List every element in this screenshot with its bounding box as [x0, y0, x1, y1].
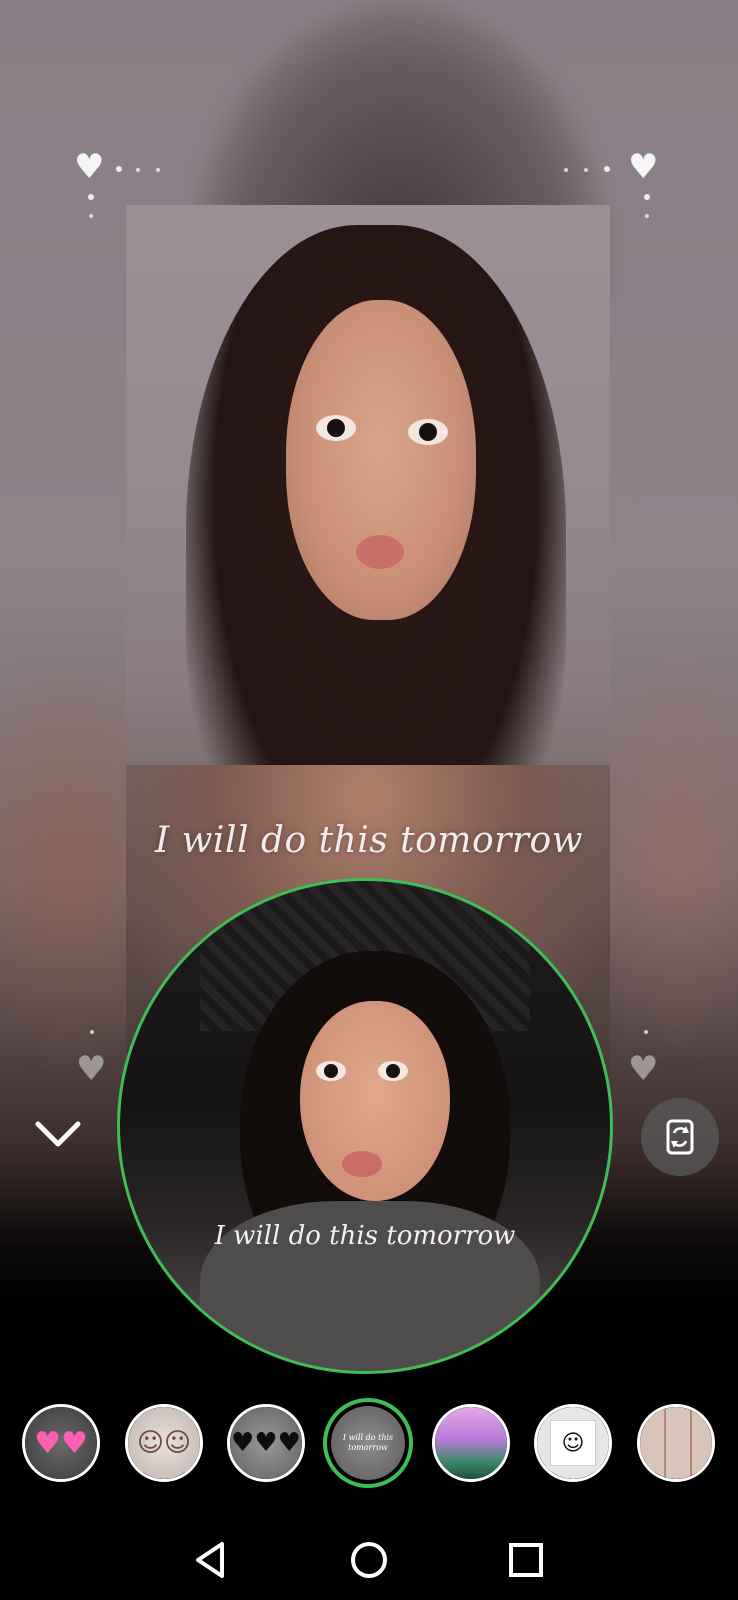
pink-hearts-icon: ♥♥: [34, 1425, 88, 1461]
back-button[interactable]: [188, 1536, 236, 1584]
effects-tray: ♥♥ ☺☺ ♥♥♥ I will do this tomorrow ☺: [0, 1398, 738, 1490]
photo-eye: [408, 419, 448, 445]
heart-decoration-icon: ♥: [628, 147, 659, 187]
effect-thumbnail: ♥♥♥: [230, 1407, 302, 1479]
sparkle-decoration: [156, 168, 160, 172]
heart-decoration-icon: ♥: [74, 147, 105, 187]
effect-thumbnail: [640, 1407, 712, 1479]
effect-thumbnail: [435, 1407, 507, 1479]
flip-camera-button[interactable]: [641, 1098, 719, 1176]
camera-preview-circle[interactable]: I will do this tomorrow: [117, 878, 613, 1374]
preview-eye: [378, 1061, 408, 1081]
effect-white-cube-face[interactable]: ☺: [534, 1404, 612, 1482]
photo-face: [286, 300, 476, 620]
effect-black-hearts[interactable]: ♥♥♥: [227, 1404, 305, 1482]
effect-thumbnail: ♥♥: [25, 1407, 97, 1479]
photo-lips: [356, 535, 404, 569]
sparkle-decoration: [645, 214, 649, 218]
effect-purple-sky[interactable]: [432, 1404, 510, 1482]
sparkle-decoration: [604, 166, 610, 172]
sparkle-decoration: [584, 168, 588, 172]
recents-square-icon: [509, 1543, 543, 1577]
collapse-button[interactable]: [30, 1112, 86, 1156]
photo-eye: [316, 415, 356, 441]
effect-text-quote[interactable]: I will do this tomorrow: [323, 1398, 413, 1488]
effect-photo-grid[interactable]: [637, 1404, 715, 1482]
sparkle-decoration: [116, 166, 122, 172]
black-hearts-icon: ♥♥♥: [231, 1428, 301, 1458]
effect-thumbnail: ☺☺: [128, 1407, 200, 1479]
sparkle-decoration: [88, 194, 94, 200]
back-triangle-icon: [196, 1542, 224, 1578]
preview-lips: [342, 1151, 382, 1177]
effect-cartoon-faces[interactable]: ☺☺: [125, 1404, 203, 1482]
sparkle-decoration: [89, 214, 93, 218]
flip-camera-icon: [666, 1119, 694, 1155]
chevron-down-icon: [35, 1121, 81, 1147]
cartoon-faces-icon: ☺☺: [136, 1428, 192, 1458]
camera-screen: ♥ ♥ I will do this tomorrow ♥ ♥ I will d…: [0, 0, 738, 1600]
recents-button[interactable]: [502, 1536, 550, 1584]
sparkle-decoration: [90, 1030, 94, 1034]
sparkle-decoration: [644, 194, 650, 200]
heart-decoration-icon: ♥: [76, 1049, 107, 1089]
effect-thumbnail: I will do this tomorrow: [331, 1406, 405, 1480]
effect-thumbnail: ☺: [537, 1407, 609, 1479]
effect-pink-hearts[interactable]: ♥♥: [22, 1404, 100, 1482]
home-circle-icon: [351, 1542, 387, 1578]
navigation-bar: [0, 1520, 738, 1600]
caption-preview: I will do this tomorrow: [214, 1221, 516, 1251]
sparkle-decoration: [564, 168, 568, 172]
preview-eye: [316, 1061, 346, 1081]
effect-text-quote-label: I will do this tomorrow: [342, 1433, 394, 1452]
sparkle-decoration: [644, 1030, 648, 1034]
heart-decoration-icon: ♥: [628, 1049, 659, 1089]
cube-face-icon: ☺: [550, 1420, 596, 1466]
caption-main: I will do this tomorrow: [154, 820, 584, 861]
home-button[interactable]: [345, 1536, 393, 1584]
sparkle-decoration: [136, 168, 140, 172]
